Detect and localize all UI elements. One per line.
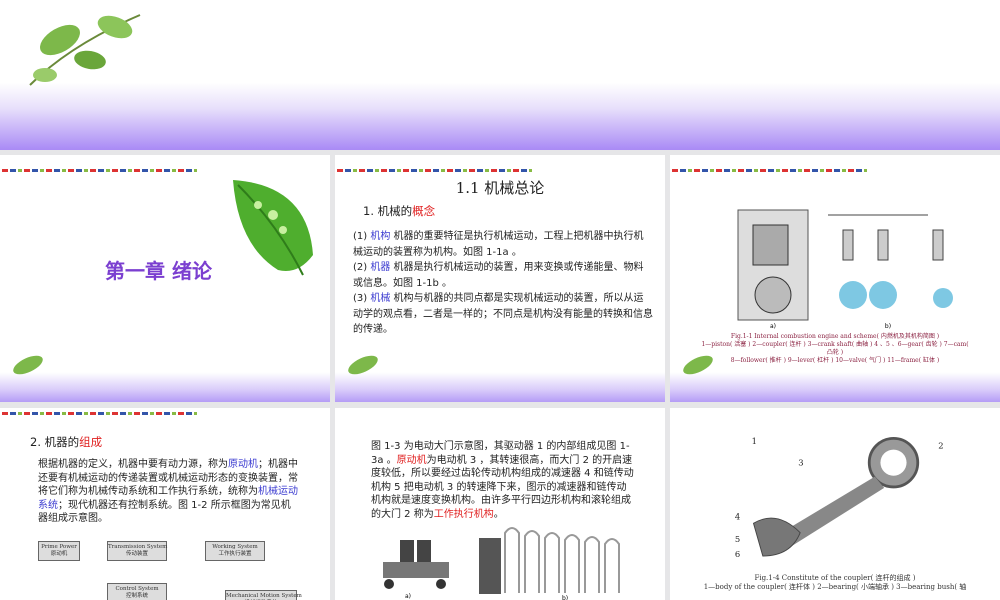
chapter-title: 第一章 绪论 [105,259,212,283]
gate-paragraph: 图 1-3 为电动大门示意图，其驱动器 1 的内部组成见图 1-3a 。原动机为… [371,441,634,520]
dotted-divider [337,169,532,172]
slide-engine-figure[interactable]: a) b) Fig.1-1 Internal combustion engine… [670,155,1000,402]
section-heading: 1.1 机械总论 [455,179,545,197]
definition-list: (1) 机构 机器的重要特征是执行机械运动，工程上把机器中执行机械运动的装置称为… [353,229,653,338]
svg-text:a): a) [770,323,776,330]
subheading: 2. 机器的组成 [30,435,103,449]
svg-text:a): a) [405,593,411,600]
mechanical-motion-box: Mechanical Motion System 机械运动系统 [225,590,302,600]
slide-electric-gate[interactable]: 图 1-3 为电动大门示意图，其驱动器 1 的内部组成见图 1-3a 。原动机为… [335,408,665,600]
definition-item: (2) 机器 机器是执行机械运动的装置，用来变换或传递能量、物料或信息。如图 1… [353,262,644,289]
svg-text:3: 3 [798,457,803,467]
composition-paragraph: 根据机器的定义，机器中要有动力源，称为原动机；机器中还要有机械运动的传递装置或机… [38,459,298,524]
svg-text:b): b) [885,323,891,330]
control-system-box: Control System 控制系统 [107,583,167,600]
svg-text:6: 6 [735,549,740,559]
dotted-divider [672,169,867,172]
dotted-divider [2,169,197,172]
working-system-box: Working System 工作执行装置 [205,541,265,561]
svg-text:b): b) [562,595,568,600]
figure-caption: Fig.1-4 Constitute of the coupler( 连杆的组成… [703,574,967,591]
slide-coupler-figure[interactable]: 1 2 3 4 5 6 Fig.1-4 Constitute of the co… [670,408,1000,600]
electric-gate-photo: b) [479,527,620,600]
transmission-box: Transmission System 传动装置 [107,541,167,561]
connecting-rod-photo: 1 2 3 4 5 6 [735,436,944,559]
svg-text:5: 5 [735,534,740,544]
svg-text:1: 1 [752,436,757,446]
definition-item: (3) 机械 机构与机器的共同点都是实现机械运动的装置，所以从运动学的观点看，二… [353,293,653,335]
prime-power-box: Prime Power 原动机 [38,541,80,561]
subheading: 1. 机械的概念 [363,204,436,218]
small-leaf-icon [13,355,43,375]
slide-mechanism-overview[interactable]: 1.1 机械总论 1. 机械的概念 (1) 机构 机器的重要特征是执行机械运动，… [335,155,665,402]
small-leaf-icon [348,355,378,375]
top-banner [0,0,1000,150]
dotted-divider [2,412,197,415]
svg-text:4: 4 [735,512,740,522]
green-leaf-icon [233,180,313,276]
slide-chapter-title[interactable]: 第一章 绪论 [0,155,330,402]
small-leaf-icon [683,355,713,375]
figure-caption: Fig.1-1 Internal combustion engine and s… [701,333,969,364]
leaf-branch-icon [29,14,141,86]
definition-item: (1) 机构 机器的重要特征是执行机械运动，工程上把机器中执行机械运动的装置称为… [353,231,644,258]
slide-machine-composition[interactable]: 2. 机器的组成 根据机器的定义，机器中要有动力源，称为原动机；机器中还要有机械… [0,408,330,600]
svg-text:2: 2 [938,441,943,451]
engine-diagram: a) b) [737,209,953,330]
gate-drive-photo: a) [383,540,449,600]
